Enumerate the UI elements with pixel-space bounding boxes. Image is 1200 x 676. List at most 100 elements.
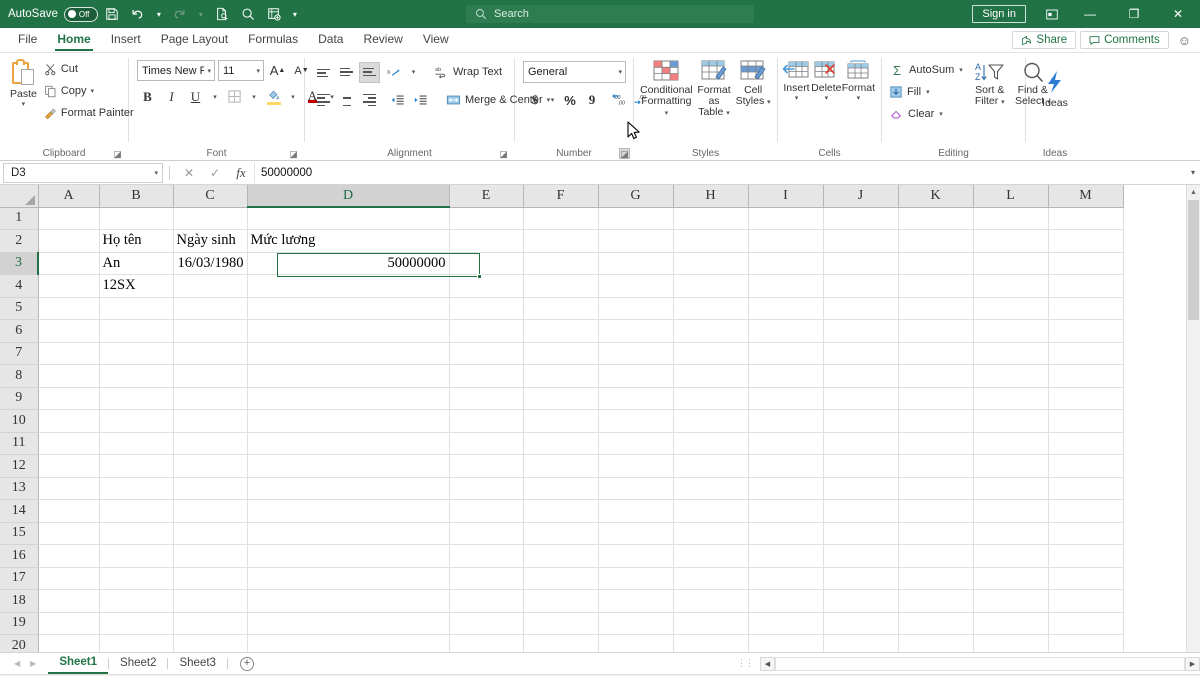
cell-J9[interactable] — [823, 387, 899, 410]
column-header-g[interactable]: G — [598, 185, 674, 208]
paste-button[interactable]: Paste ▾ — [10, 57, 37, 108]
cell-I7[interactable] — [748, 342, 824, 365]
cell-L9[interactable] — [973, 387, 1049, 410]
comments-button[interactable]: Comments — [1080, 31, 1169, 49]
cell-J12[interactable] — [823, 454, 899, 478]
cell-A20[interactable] — [38, 634, 100, 652]
cell-B12[interactable] — [99, 454, 174, 478]
cell-C3[interactable]: 16/03/1980 — [173, 252, 248, 275]
cell-C13[interactable] — [173, 477, 248, 500]
cell-G7[interactable] — [598, 342, 674, 365]
cell-L18[interactable] — [973, 589, 1049, 613]
cell-I2[interactable] — [748, 229, 824, 253]
cell-A7[interactable] — [38, 342, 100, 365]
nav-prev-icon[interactable]: ◀ — [14, 659, 20, 668]
scroll-split-grip[interactable]: ⋮⋮ — [730, 658, 760, 669]
row-header-12[interactable]: 12 — [0, 454, 39, 478]
cell-K13[interactable] — [898, 477, 974, 500]
save-icon[interactable] — [100, 3, 124, 25]
cell-I19[interactable] — [748, 612, 824, 635]
cell-M4[interactable] — [1048, 274, 1124, 298]
copy-button[interactable]: Copy ▾ — [41, 80, 137, 102]
cell-styles-button[interactable]: Cell Styles ▾ — [735, 57, 771, 108]
cell-L19[interactable] — [973, 612, 1049, 635]
align-bottom-icon[interactable] — [359, 61, 380, 83]
font-dialog-launcher[interactable]: ◪ — [288, 149, 299, 160]
cell-B8[interactable] — [99, 364, 174, 388]
font-name-combo[interactable]: Times New Roman ▾ — [137, 60, 215, 81]
vertical-scroll-thumb[interactable] — [1188, 200, 1199, 320]
cell-D14[interactable] — [247, 499, 450, 523]
insert-dropdown-icon[interactable]: ▾ — [795, 94, 799, 102]
cell-B2[interactable]: Họ tên — [99, 229, 174, 253]
cell-G19[interactable] — [598, 612, 674, 635]
autosave-toggle[interactable]: Off — [63, 6, 98, 22]
cell-B17[interactable] — [99, 567, 174, 590]
cell-E9[interactable] — [449, 387, 524, 410]
cell-A2[interactable] — [38, 229, 100, 253]
cell-F12[interactable] — [523, 454, 599, 478]
chevron-down-icon[interactable]: ▾ — [618, 68, 622, 76]
cell-A12[interactable] — [38, 454, 100, 478]
cell-L7[interactable] — [973, 342, 1049, 365]
cell-H6[interactable] — [673, 319, 749, 343]
cell-D11[interactable] — [247, 432, 450, 455]
format-painter-button[interactable]: Format Painter — [41, 102, 137, 124]
cell-F16[interactable] — [523, 544, 599, 568]
cell-E15[interactable] — [449, 522, 524, 545]
cell-K11[interactable] — [898, 432, 974, 455]
cell-G5[interactable] — [598, 297, 674, 320]
cell-L10[interactable] — [973, 409, 1049, 433]
cell-M8[interactable] — [1048, 364, 1124, 388]
cell-J15[interactable] — [823, 522, 899, 545]
cell-M2[interactable] — [1048, 229, 1124, 253]
cell-K4[interactable] — [898, 274, 974, 298]
cell-C14[interactable] — [173, 499, 248, 523]
expand-formula-bar-icon[interactable]: ▾ — [1186, 168, 1200, 177]
number-format-combo[interactable]: General ▾ — [523, 61, 626, 83]
cell-F18[interactable] — [523, 589, 599, 613]
print-preview-icon[interactable] — [210, 3, 234, 25]
bold-button[interactable]: B — [137, 86, 158, 107]
align-center-icon[interactable] — [336, 90, 357, 111]
cell-B19[interactable] — [99, 612, 174, 635]
cell-A14[interactable] — [38, 499, 100, 523]
cell-D3[interactable]: 50000000 — [247, 252, 450, 275]
cell-D20[interactable] — [247, 634, 450, 652]
cell-F20[interactable] — [523, 634, 599, 652]
cell-C9[interactable] — [173, 387, 248, 410]
comma-format-button[interactable]: 9 — [582, 89, 602, 111]
cell-B3[interactable]: An — [99, 252, 174, 275]
cell-C18[interactable] — [173, 589, 248, 613]
cell-I20[interactable] — [748, 634, 824, 652]
accounting-dropdown-icon[interactable]: ▾ — [547, 89, 558, 111]
cell-C16[interactable] — [173, 544, 248, 568]
cell-E7[interactable] — [449, 342, 524, 365]
cell-K14[interactable] — [898, 499, 974, 523]
cell-K8[interactable] — [898, 364, 974, 388]
cell-C4[interactable] — [173, 274, 248, 298]
cell-I8[interactable] — [748, 364, 824, 388]
align-left-icon[interactable] — [313, 90, 334, 111]
percent-format-button[interactable]: % — [560, 89, 580, 111]
cell-A6[interactable] — [38, 319, 100, 343]
cell-M5[interactable] — [1048, 297, 1124, 320]
cell-B6[interactable] — [99, 319, 174, 343]
cell-A16[interactable] — [38, 544, 100, 568]
borders-dropdown-icon[interactable]: ▾ — [248, 86, 260, 107]
increase-decimal-icon[interactable]: .00.00 — [608, 89, 628, 111]
row-header-2[interactable]: 2 — [0, 229, 39, 253]
cell-E17[interactable] — [449, 567, 524, 590]
cell-D8[interactable] — [247, 364, 450, 388]
select-all-corner[interactable] — [0, 185, 39, 208]
ideas-button[interactable]: Ideas — [1032, 67, 1078, 109]
cell-B14[interactable] — [99, 499, 174, 523]
cell-J2[interactable] — [823, 229, 899, 253]
cell-L1[interactable] — [973, 207, 1049, 230]
format-as-table-button[interactable]: Format as Table ▾ — [693, 57, 736, 119]
orientation-icon[interactable]: a — [382, 62, 406, 83]
chevron-down-icon[interactable]: ▾ — [256, 67, 260, 75]
clear-dropdown-icon[interactable]: ▾ — [939, 110, 943, 118]
cell-M12[interactable] — [1048, 454, 1124, 478]
cell-G1[interactable] — [598, 207, 674, 230]
